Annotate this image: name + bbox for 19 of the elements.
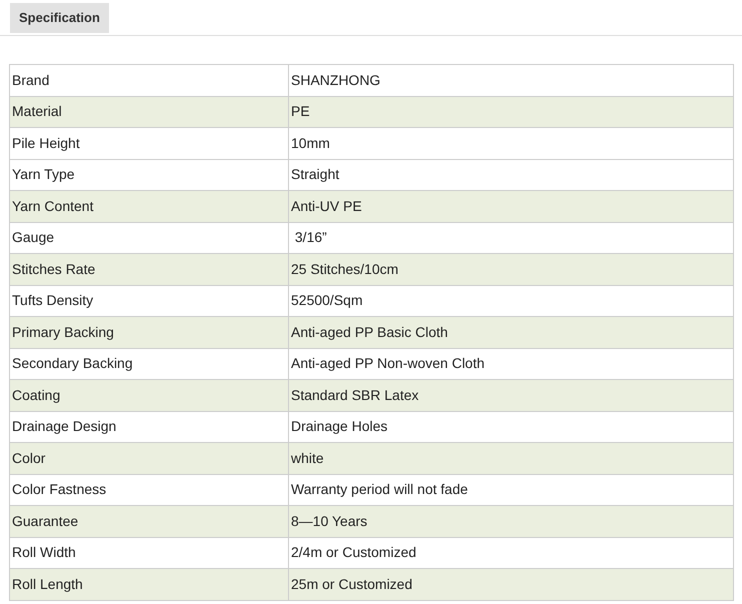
table-cell: Coating: [10, 380, 288, 411]
table-cell: Yarn Content: [10, 190, 288, 222]
table-cell: 25m or Customized: [288, 568, 734, 600]
table-cell: Pile Height: [10, 128, 288, 159]
table-cell: 10mm: [288, 128, 734, 159]
table-cell: Brand: [10, 64, 288, 96]
table-cell: 25 Stitches/10cm: [288, 254, 734, 285]
table-cell: Anti-aged PP Basic Cloth: [288, 316, 734, 348]
table-cell: Guarantee: [10, 506, 288, 537]
table-cell: Roll Length: [10, 568, 288, 600]
table-cell: Color: [10, 442, 288, 474]
table-cell: Anti-UV PE: [288, 190, 734, 222]
table-cell: SHANZHONG: [288, 64, 734, 96]
table-cell: Primary Backing: [10, 316, 288, 348]
table-cell: Standard SBR Latex: [288, 380, 734, 411]
tab[interactable]: Specification: [10, 3, 109, 33]
table-cell: white: [288, 442, 734, 474]
table-cell: Stitches Rate: [10, 254, 288, 285]
table-cell: 8—10 Years: [288, 506, 734, 537]
